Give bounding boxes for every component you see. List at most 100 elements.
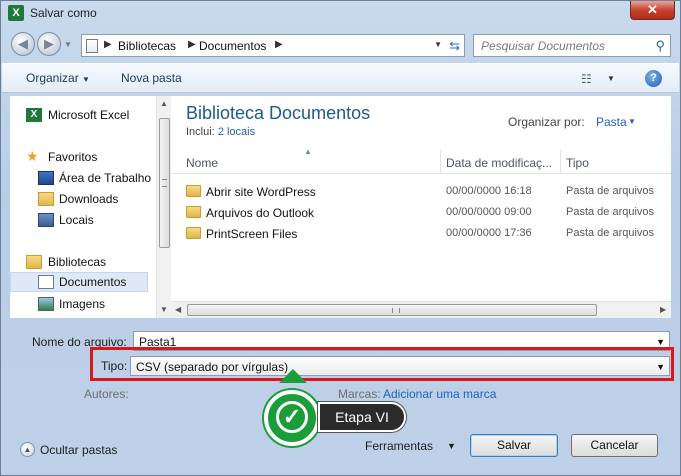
places-icon bbox=[38, 213, 54, 227]
includes-locations-link[interactable]: 2 locais bbox=[218, 126, 255, 138]
callout-pointer bbox=[279, 369, 307, 383]
file-row[interactable]: Abrir site WordPress 00/00/0000 16:18 Pa… bbox=[171, 181, 671, 202]
scroll-up-icon[interactable]: ▲ bbox=[160, 99, 168, 108]
nav-item-label: Microsoft Excel bbox=[48, 108, 130, 122]
navigation-bar: ◀ ▶ ▼ ▶ Bibliotecas ▶ Documentos ▶ ▼ ⇆ P… bbox=[1, 29, 680, 61]
file-list-scrollbar[interactable]: ◀ ▶ bbox=[171, 301, 671, 318]
folder-icon bbox=[186, 206, 201, 218]
nav-item-downloads[interactable]: Downloads bbox=[10, 189, 148, 209]
chevron-right-icon[interactable]: ▶ bbox=[104, 39, 112, 50]
nav-item-label: Downloads bbox=[59, 192, 119, 206]
command-bar: Organizar ▼ Nova pasta ☷ ▼ ? bbox=[2, 63, 679, 93]
nav-item-label: Imagens bbox=[59, 297, 106, 311]
arrange-by-label: Organizar por: bbox=[508, 115, 585, 129]
window-title: Salvar como bbox=[30, 6, 97, 20]
nav-item-label: Documentos bbox=[59, 275, 127, 289]
file-row[interactable]: PrintScreen Files 00/00/0000 17:36 Pasta… bbox=[171, 223, 671, 244]
sort-ascending-icon: ▲ bbox=[304, 147, 312, 156]
column-divider[interactable] bbox=[440, 150, 441, 174]
scroll-down-icon[interactable]: ▼ bbox=[160, 305, 168, 314]
file-type: Pasta de arquivos bbox=[566, 227, 655, 239]
close-button[interactable]: ✕ bbox=[630, 1, 675, 20]
grip-icon bbox=[392, 308, 400, 313]
organize-label: Organizar bbox=[26, 71, 79, 85]
column-name[interactable]: Nome bbox=[186, 156, 218, 170]
library-includes: Inclui: 2 locais bbox=[186, 126, 255, 138]
library-icon bbox=[26, 255, 42, 269]
scroll-right-icon[interactable]: ▶ bbox=[660, 305, 666, 314]
breadcrumb-bibliotecas[interactable]: Bibliotecas bbox=[118, 39, 176, 53]
column-header: ▲ Nome Data de modificaç... Tipo bbox=[171, 147, 671, 174]
nav-item-locais[interactable]: Locais bbox=[10, 210, 148, 230]
column-type[interactable]: Tipo bbox=[566, 156, 589, 170]
file-date: 00/00/0000 17:36 bbox=[446, 227, 532, 239]
nav-item-label: Área de Trabalho bbox=[59, 171, 152, 185]
chevron-down-icon[interactable]: ▼ bbox=[628, 117, 636, 126]
save-button[interactable]: Salvar bbox=[470, 434, 558, 457]
hide-folders-button[interactable]: Ocultar pastas bbox=[40, 443, 117, 457]
nav-item-microsoft-excel[interactable]: X Microsoft Excel bbox=[10, 105, 148, 125]
nav-pane-scrollbar[interactable]: ▲ ▼ bbox=[156, 96, 172, 318]
column-date[interactable]: Data de modificaç... bbox=[446, 156, 552, 170]
address-bar[interactable]: ▶ Bibliotecas ▶ Documentos ▶ ▼ ⇆ bbox=[81, 34, 465, 57]
library-folder-icon bbox=[86, 39, 98, 53]
view-dropdown-icon[interactable]: ▼ bbox=[607, 74, 615, 83]
desktop-icon bbox=[38, 171, 54, 185]
checkmark-icon: ✓ bbox=[276, 401, 308, 433]
arrange-by-value[interactable]: Pasta bbox=[596, 115, 627, 129]
organize-button[interactable]: Organizar ▼ bbox=[26, 71, 90, 85]
search-box[interactable]: Pesquisar Documentos ⚲ bbox=[473, 34, 671, 57]
chevron-down-icon[interactable]: ▼ bbox=[656, 337, 665, 347]
search-icon[interactable]: ⚲ bbox=[655, 38, 665, 54]
new-folder-button[interactable]: Nova pasta bbox=[121, 71, 182, 85]
back-button[interactable]: ◀ bbox=[11, 32, 35, 56]
grip-icon bbox=[162, 179, 167, 187]
nav-item-label: Favoritos bbox=[48, 150, 98, 164]
column-divider[interactable] bbox=[560, 150, 561, 174]
library-title: Biblioteca Documentos bbox=[186, 103, 371, 123]
nav-item-imagens[interactable]: Imagens bbox=[10, 294, 148, 314]
folder-icon bbox=[186, 185, 201, 197]
nav-item-label: Locais bbox=[59, 213, 94, 227]
breadcrumb-documentos[interactable]: Documentos bbox=[199, 39, 266, 53]
help-icon[interactable]: ? bbox=[645, 70, 662, 87]
file-type: Pasta de arquivos bbox=[566, 185, 655, 197]
recent-pages-dropdown[interactable]: ▼ bbox=[64, 40, 72, 49]
file-name: Abrir site WordPress bbox=[206, 185, 316, 199]
excel-icon: X bbox=[26, 108, 42, 122]
chevron-right-icon[interactable]: ▶ bbox=[188, 39, 196, 50]
downloads-icon bbox=[38, 192, 54, 206]
nav-item-area-de-trabalho[interactable]: Área de Trabalho bbox=[10, 168, 152, 188]
nav-item-favoritos[interactable]: ★ Favoritos bbox=[10, 147, 148, 167]
authors-label: Autores: bbox=[84, 387, 129, 401]
scrollbar-thumb[interactable] bbox=[187, 304, 597, 316]
address-dropdown-icon[interactable]: ▼ bbox=[434, 40, 442, 49]
refresh-icon[interactable]: ⇆ bbox=[449, 38, 460, 54]
title-bar: X Salvar como bbox=[1, 1, 680, 27]
forward-button[interactable]: ▶ bbox=[37, 32, 61, 56]
documents-icon bbox=[38, 275, 54, 289]
file-name: Arquivos do Outlook bbox=[206, 206, 315, 220]
view-options-icon[interactable]: ☷ bbox=[581, 72, 592, 86]
navigation-pane: X Microsoft Excel ★ Favoritos Área de Tr… bbox=[10, 96, 172, 318]
file-date: 00/00/0000 16:18 bbox=[446, 185, 532, 197]
nav-item-label: Bibliotecas bbox=[48, 255, 107, 269]
search-input[interactable]: Pesquisar Documentos bbox=[481, 39, 605, 53]
nav-item-bibliotecas[interactable]: Bibliotecas bbox=[10, 252, 148, 272]
scroll-left-icon[interactable]: ◀ bbox=[175, 305, 181, 314]
file-list-pane: Biblioteca Documentos Inclui: 2 locais O… bbox=[171, 96, 671, 318]
collapse-up-icon[interactable]: ▲ bbox=[20, 442, 35, 457]
add-tag-link[interactable]: Adicionar uma marca bbox=[383, 387, 496, 401]
arrow-right-icon: ▶ bbox=[44, 36, 54, 51]
save-as-dialog: X Salvar como ✕ ◀ ▶ ▼ ▶ Bibliotecas ▶ Do… bbox=[0, 0, 681, 476]
chevron-down-icon[interactable]: ▼ bbox=[447, 441, 456, 451]
tools-button[interactable]: Ferramentas bbox=[365, 439, 433, 453]
cancel-button[interactable]: Cancelar bbox=[571, 434, 658, 457]
arrow-left-icon: ◀ bbox=[18, 36, 28, 51]
chevron-right-icon[interactable]: ▶ bbox=[275, 39, 283, 50]
nav-item-documentos[interactable]: Documentos bbox=[10, 272, 148, 292]
file-row[interactable]: Arquivos do Outlook 00/00/0000 09:00 Pas… bbox=[171, 202, 671, 223]
includes-label: Inclui: bbox=[186, 126, 215, 138]
star-icon: ★ bbox=[26, 148, 39, 164]
scrollbar-thumb[interactable] bbox=[159, 118, 170, 248]
